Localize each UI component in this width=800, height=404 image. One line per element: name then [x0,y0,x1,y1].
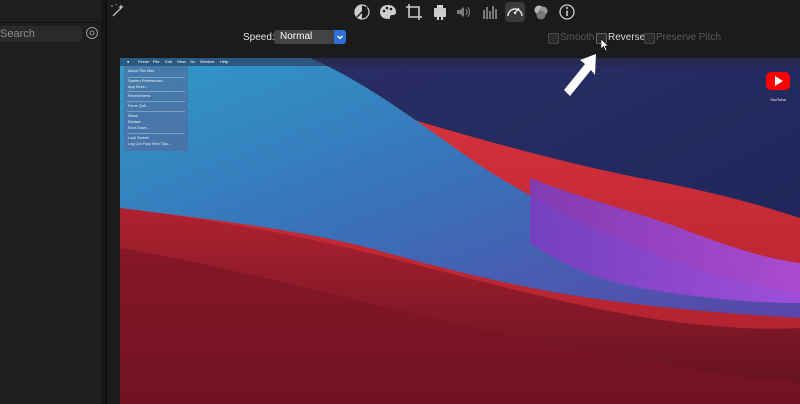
menu-go: Go [190,59,196,64]
scrollbar[interactable] [101,0,105,404]
youtube-label: YouTube [770,97,786,102]
menu-item: App Store... [128,85,149,89]
menu-view: View [177,59,186,64]
crop-icon[interactable] [404,2,424,22]
smooth-label: Smooth [560,32,595,43]
apple-menu-dropdown: About This Mac System Preferences... App… [124,66,188,151]
video-viewer[interactable]: ● Finder File Edit View Go Window Help A… [120,58,800,404]
menu-finder: Finder [138,59,150,64]
menu-separator [127,77,185,78]
gear-icon[interactable] [85,26,99,40]
menu-item: Restart... [128,120,144,124]
pane-divider [0,22,105,23]
menu-help: Help [220,59,229,64]
menu-window: Window [200,59,215,64]
search-input[interactable]: Search [0,26,82,42]
menu-separator [127,101,185,102]
wallpaper-image [120,58,800,404]
chevron-down-icon[interactable] [334,30,346,44]
color-palette-icon[interactable] [378,2,398,22]
color-balance-icon[interactable] [352,2,372,22]
speed-label: Speed: [243,32,275,43]
youtube-icon [766,72,790,90]
macos-menubar: ● Finder File Edit View Go Window Help [120,58,800,66]
mouse-cursor-icon [601,39,609,51]
menu-item: Force Quit... [128,104,149,108]
camera-icon[interactable] [430,2,450,22]
preserve-pitch-checkbox[interactable] [644,33,655,44]
menu-separator [127,133,185,134]
info-icon[interactable] [557,2,577,22]
apple-icon: ● [127,59,130,64]
menu-item: Sleep [128,114,138,118]
noise-reduction-icon[interactable] [531,2,551,22]
magic-wand-icon[interactable] [108,2,126,20]
smooth-checkbox[interactable] [548,33,559,44]
equalizer-icon[interactable] [480,2,500,22]
menu-item: Recent Items [128,94,151,98]
preserve-pitch-label: Preserve Pitch [656,32,722,43]
reverse-label: Reverse [608,32,646,43]
menu-item: Lock Screen [128,136,150,140]
menu-item: System Preferences... [128,79,166,83]
speed-icon[interactable] [505,2,525,22]
menu-separator [127,91,185,92]
menu-file: File [153,59,160,64]
menu-separator [127,111,185,112]
menu-item: Log Out Foxy Tech Tips... [128,142,171,146]
menu-item: About This Mac [128,69,155,73]
browser-pane: Search [0,0,106,404]
speed-dropdown[interactable]: Normal [274,30,346,44]
menu-edit: Edit [165,59,172,64]
menu-item: Shut Down... [128,126,150,130]
volume-icon[interactable] [454,2,474,22]
arrow-annotation-icon [564,54,596,96]
pane-splitter[interactable] [106,0,107,404]
speed-value: Normal [280,31,313,42]
